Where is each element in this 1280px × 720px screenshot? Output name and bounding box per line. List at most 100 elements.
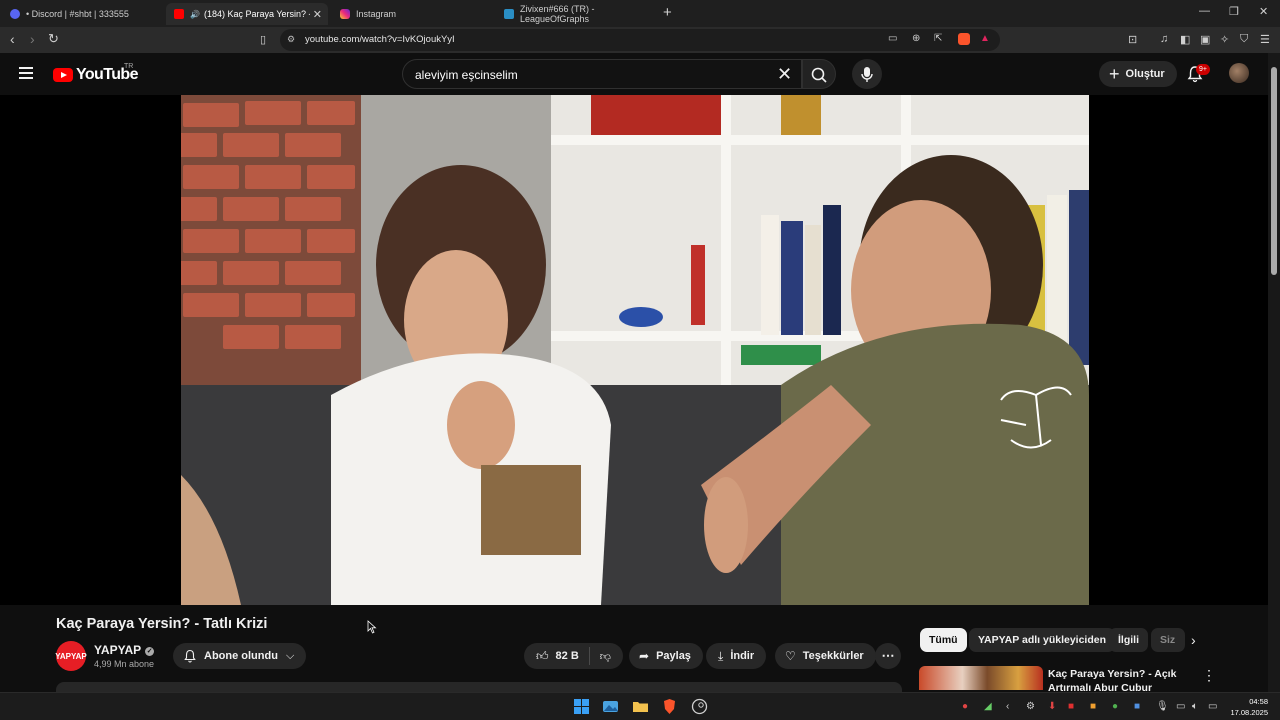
tray-download-icon[interactable]: ⬇ xyxy=(1048,701,1056,712)
subscriber-count: 4,99 Mn abone xyxy=(94,659,155,669)
share-icon: ➦ xyxy=(639,649,650,663)
tab-youtube[interactable]: 🔊 (184) Kaç Paraya Yersin? - Tatl ✕ xyxy=(166,3,328,25)
leo-ai-icon[interactable]: ✧ xyxy=(1220,33,1229,46)
tray-arrow-icon[interactable]: ‹ xyxy=(1006,701,1009,712)
like-icon[interactable]: 👍︎ xyxy=(536,649,549,664)
voice-search-button[interactable] xyxy=(852,59,882,89)
more-actions-button[interactable]: ⋯ xyxy=(875,643,901,669)
tray-orange-icon[interactable]: ■ xyxy=(1090,701,1096,712)
region-code: TR xyxy=(124,63,134,70)
bookmark-icon[interactable]: ▯ xyxy=(260,33,266,46)
menu-icon[interactable]: ☰ xyxy=(1260,33,1270,46)
brave-browser-icon[interactable] xyxy=(661,698,678,715)
description-box[interactable] xyxy=(56,682,902,692)
reader-mode-icon[interactable]: ⊡ xyxy=(1128,33,1137,46)
microphone-icon xyxy=(861,67,873,82)
clear-search-icon[interactable]: ✕ xyxy=(777,64,792,85)
tab-discord[interactable]: • Discord | #shbt | 333555 xyxy=(2,3,162,25)
share-button[interactable]: ➦ Paylaş xyxy=(629,643,703,669)
brave-rewards-icon[interactable]: ▲ xyxy=(980,33,990,44)
chip-from-channel[interactable]: YAPYAP adlı yükleyiciden xyxy=(969,628,1116,652)
search-button[interactable] xyxy=(802,59,836,89)
file-explorer-icon[interactable] xyxy=(632,698,649,715)
tray-green-icon[interactable]: ● xyxy=(1112,701,1118,712)
more-vertical-icon[interactable]: ⋮ xyxy=(1202,667,1216,684)
channel-avatar[interactable]: YAPYAP xyxy=(55,641,87,671)
guide-menu-icon[interactable] xyxy=(19,67,33,79)
like-divider xyxy=(588,647,590,665)
chip-label: Siz xyxy=(1160,634,1176,646)
restore-icon[interactable]: ❐ xyxy=(1229,5,1239,18)
download-icon: ⤓ xyxy=(718,648,724,663)
tab-instagram[interactable]: Instagram xyxy=(332,3,492,25)
channel-logo-text: YAPYAP xyxy=(55,651,87,661)
tray-app-icon[interactable]: ● xyxy=(962,701,968,712)
plus-icon: + xyxy=(1109,63,1120,84)
youtube-masthead: YouTube TR aleviyim eşcinselim ✕ + Oluşt… xyxy=(0,53,1268,95)
tab-leagueofgraphs[interactable]: Zivixen#666 (TR) - LeagueOfGraphs xyxy=(496,3,658,25)
tab-title: (184) Kaç Paraya Yersin? - Tatl xyxy=(203,9,310,19)
gallery-icon[interactable] xyxy=(602,698,619,715)
brave-shields-icon[interactable] xyxy=(958,33,970,45)
reload-icon[interactable]: ↻ xyxy=(48,31,59,47)
chip-for-you[interactable]: Siz xyxy=(1151,628,1185,652)
create-button[interactable]: + Oluştur xyxy=(1099,61,1177,87)
site-info-icon[interactable]: ⚙ xyxy=(287,34,295,45)
chip-all[interactable]: Tümü xyxy=(920,628,967,652)
forward-icon[interactable]: › xyxy=(30,31,35,47)
scrollbar-thumb[interactable] xyxy=(1271,67,1277,275)
url-text: youtube.com/watch?v=IvKOjoukYyI xyxy=(305,34,455,45)
subscribed-button[interactable]: Abone olundu ⌵ xyxy=(173,643,307,669)
address-bar[interactable]: ⚙ youtube.com/watch?v=IvKOjoukYyI ▭ ⊕ ⇱ … xyxy=(280,29,1000,51)
tray-blue-icon[interactable]: ■ xyxy=(1134,701,1140,712)
create-label: Oluştur xyxy=(1125,68,1165,80)
back-icon[interactable]: ‹ xyxy=(10,31,15,47)
download-button[interactable]: ⤓ İndir xyxy=(706,643,767,669)
thanks-button[interactable]: ♡ Teşekkürler xyxy=(775,643,876,669)
tray-settings-icon[interactable]: ⚙ xyxy=(1026,701,1035,712)
verified-badge-icon: ✓ xyxy=(145,647,155,656)
tray-red-icon[interactable]: ■ xyxy=(1068,701,1074,712)
tray-volume-icon[interactable]: 🔈︎ xyxy=(1192,701,1198,712)
chevron-right-icon[interactable]: › xyxy=(1191,632,1196,648)
clock-time: 04:58 xyxy=(1249,697,1268,706)
video-scene xyxy=(181,95,1089,605)
more-horizontal-icon: ⋯ xyxy=(881,648,895,663)
channel-name[interactable]: YAPYAP ✓ xyxy=(94,643,155,657)
chip-label: İlgili xyxy=(1118,634,1139,646)
windows-start-icon[interactable] xyxy=(573,698,590,715)
browser-tab-strip: • Discord | #shbt | 333555 🔊 (184) Kaç P… xyxy=(0,0,1280,27)
chip-related[interactable]: İlgili xyxy=(1109,628,1148,652)
like-count[interactable]: 82 B xyxy=(556,650,579,662)
recommendation-thumbnail[interactable] xyxy=(919,666,1043,690)
sidebar-icon[interactable]: ◧ xyxy=(1180,33,1190,46)
video-player[interactable] xyxy=(0,95,1268,605)
zoom-icon[interactable]: ⊕ xyxy=(912,33,920,44)
like-dislike-group: 👍︎ 82 B 👎︎ xyxy=(524,643,623,669)
notification-badge: 9+ xyxy=(1196,64,1210,75)
dislike-icon[interactable]: 👎︎ xyxy=(600,650,611,663)
tray-mic-icon[interactable]: 🎙︎ xyxy=(1156,701,1169,712)
tab-title: Instagram xyxy=(356,9,397,19)
vpn-icon[interactable]: ⛉ xyxy=(1240,33,1248,46)
new-tab-icon[interactable]: + xyxy=(663,4,672,21)
tray-network-icon[interactable]: ▭ xyxy=(1176,701,1185,712)
media-icon[interactable]: ♫ xyxy=(1160,33,1168,45)
tab-title: Zivixen#666 (TR) - LeagueOfGraphs xyxy=(520,4,595,24)
share-page-icon[interactable]: ⇱ xyxy=(934,33,942,44)
tray-battery-icon[interactable]: ▭ xyxy=(1208,701,1217,712)
minimize-icon[interactable]: — xyxy=(1199,5,1210,17)
wallet-icon[interactable]: ▣ xyxy=(1200,33,1210,46)
video-frame[interactable] xyxy=(181,95,1089,605)
page-scrollbar[interactable] xyxy=(1268,53,1280,693)
thanks-label: Teşekkürler xyxy=(802,650,864,662)
close-window-icon[interactable]: ✕ xyxy=(1259,5,1268,18)
tray-nvidia-icon[interactable]: ◢ xyxy=(984,701,992,712)
cast-icon[interactable]: ▭ xyxy=(888,33,897,44)
search-icon xyxy=(811,67,827,83)
search-input[interactable]: aleviyim eşcinselim ✕ xyxy=(402,59,802,89)
taskbar-clock[interactable]: 04:58 17.08.2025 xyxy=(1224,696,1268,718)
steam-icon[interactable] xyxy=(691,698,708,715)
close-tab-icon[interactable]: ✕ xyxy=(313,8,322,21)
avatar[interactable] xyxy=(1229,63,1249,83)
